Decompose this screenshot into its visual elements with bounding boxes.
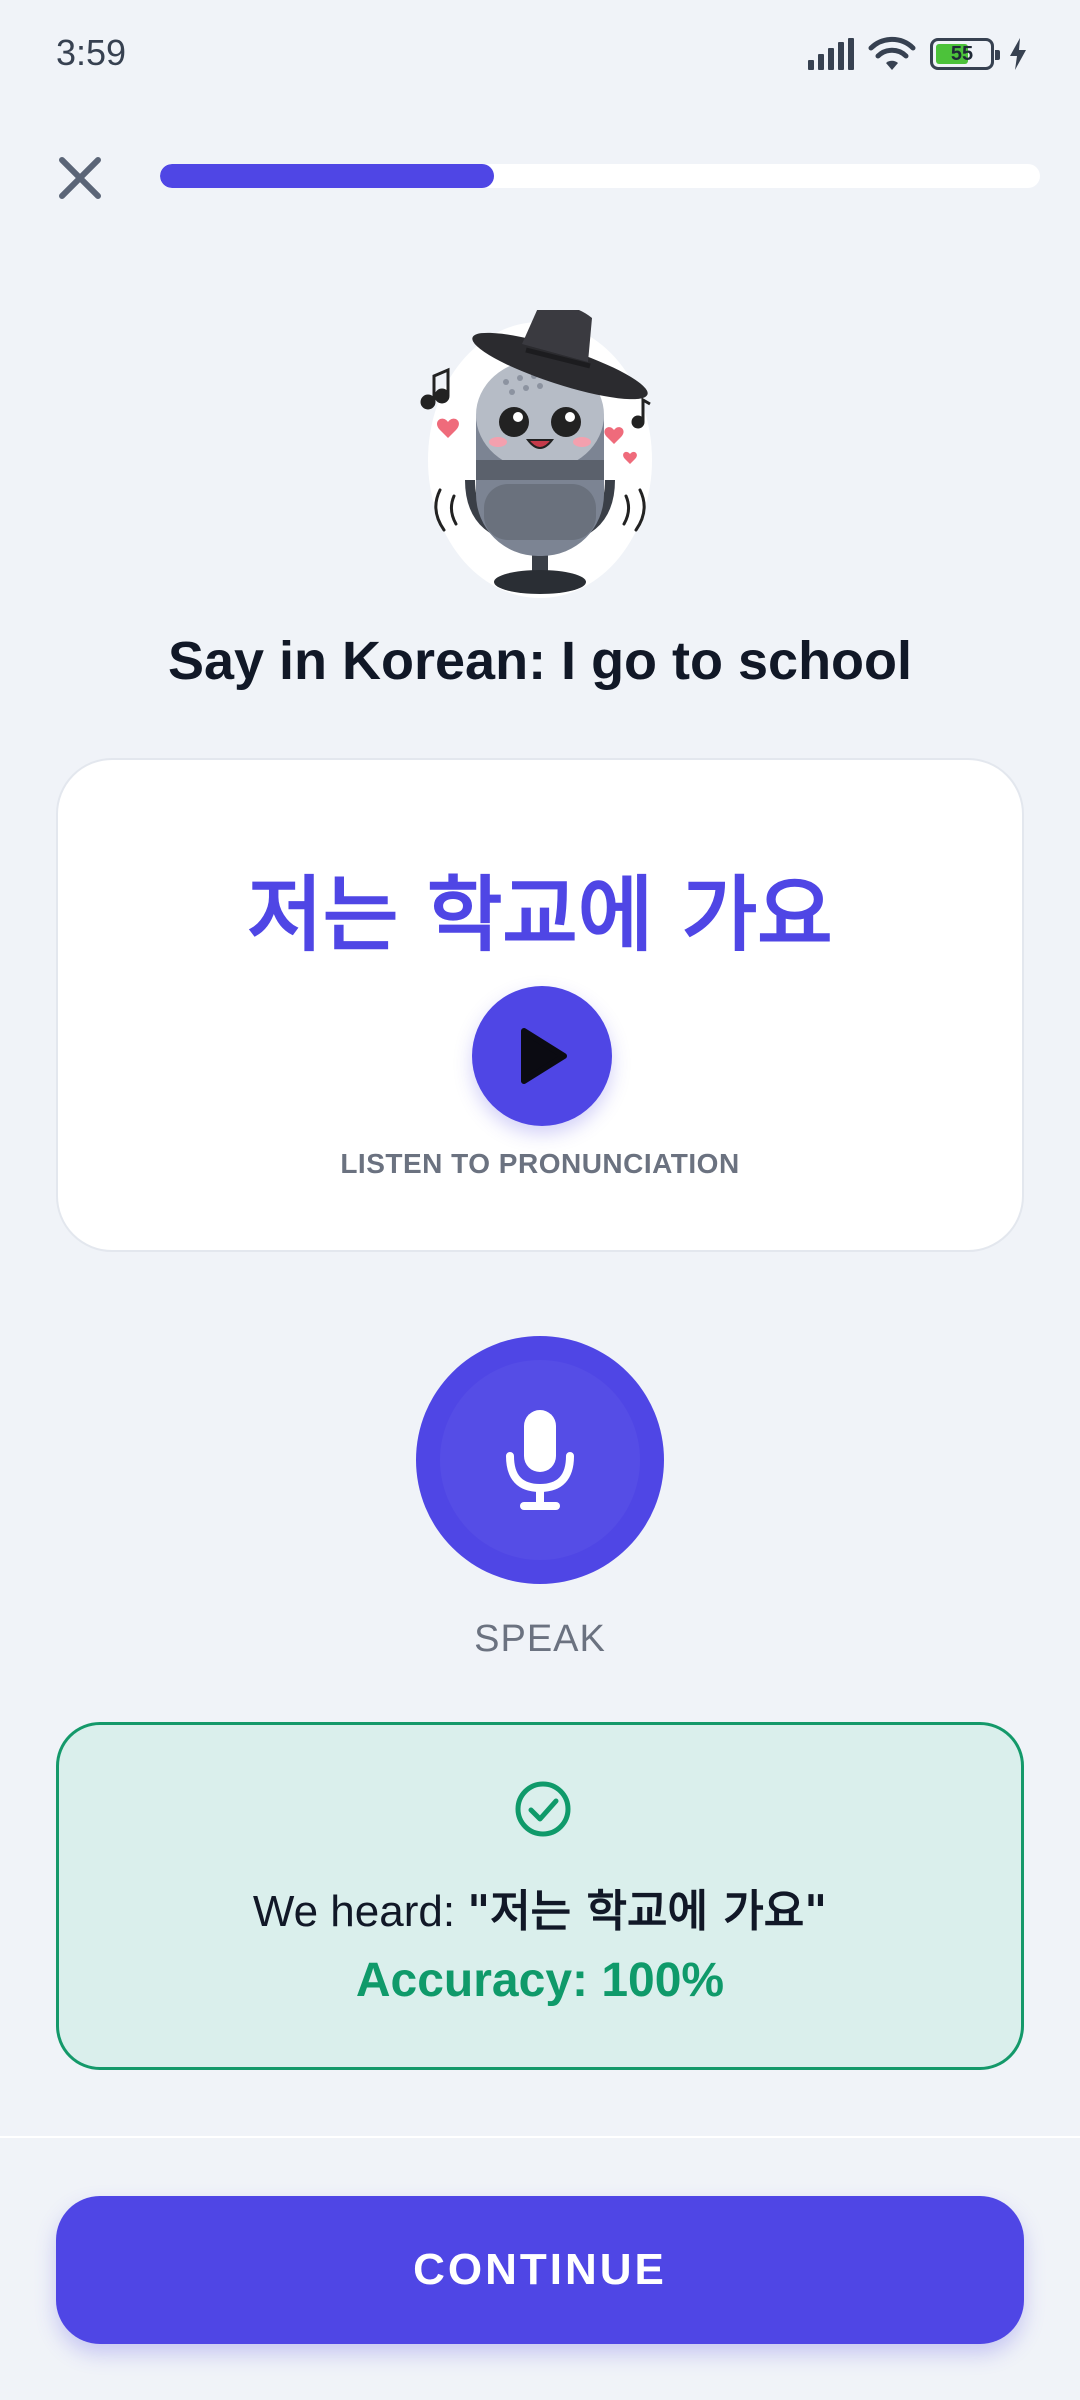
lesson-progress-fill [160, 164, 495, 188]
continue-button[interactable]: CONTINUE [56, 2196, 1024, 2344]
check-circle-icon [515, 1781, 571, 1837]
lesson-screen: 3:59 55 Say in Korean: I go to school 저는… [0, 0, 1080, 2400]
signal-icon [808, 38, 854, 70]
status-icons: 55 [808, 34, 1028, 74]
heard-value: "저는 학교에 가요" [467, 1886, 828, 1937]
close-icon [59, 157, 101, 199]
charging-icon [1010, 38, 1026, 70]
korean-phrase: 저는 학교에 가요 [247, 868, 833, 963]
speak-button[interactable] [416, 1336, 664, 1584]
listen-label: LISTEN TO PRONUNCIATION [340, 1148, 740, 1179]
result-card: We heard: "저는 학교에 가요" Accuracy: 100% [56, 1722, 1024, 2070]
lesson-progress-bar [160, 164, 1040, 188]
battery-level: 55 [950, 42, 974, 65]
microphone-icon [506, 1410, 574, 1510]
heard-result: We heard: "저는 학교에 가요" [59, 1875, 1021, 1939]
footer-divider [0, 2136, 1080, 2138]
play-pronunciation-button[interactable] [472, 986, 612, 1126]
phrase-card: 저는 학교에 가요 LISTEN TO PRONUNCIATION [56, 758, 1024, 1252]
close-button[interactable] [50, 148, 110, 208]
wifi-icon [868, 36, 916, 70]
battery-icon: 55 [930, 38, 1000, 70]
status-bar: 3:59 55 [0, 0, 1080, 110]
microphone-mascot-illustration [420, 310, 652, 598]
play-icon [521, 1028, 567, 1084]
speak-label: SPEAK [474, 1618, 606, 1660]
heard-prefix: We heard: [252, 1887, 468, 1936]
status-time: 3:59 [56, 32, 127, 73]
speak-button-inner [440, 1360, 640, 1560]
exercise-prompt: Say in Korean: I go to school [167, 631, 913, 691]
accuracy-score: Accuracy: 100% [355, 1954, 725, 2007]
